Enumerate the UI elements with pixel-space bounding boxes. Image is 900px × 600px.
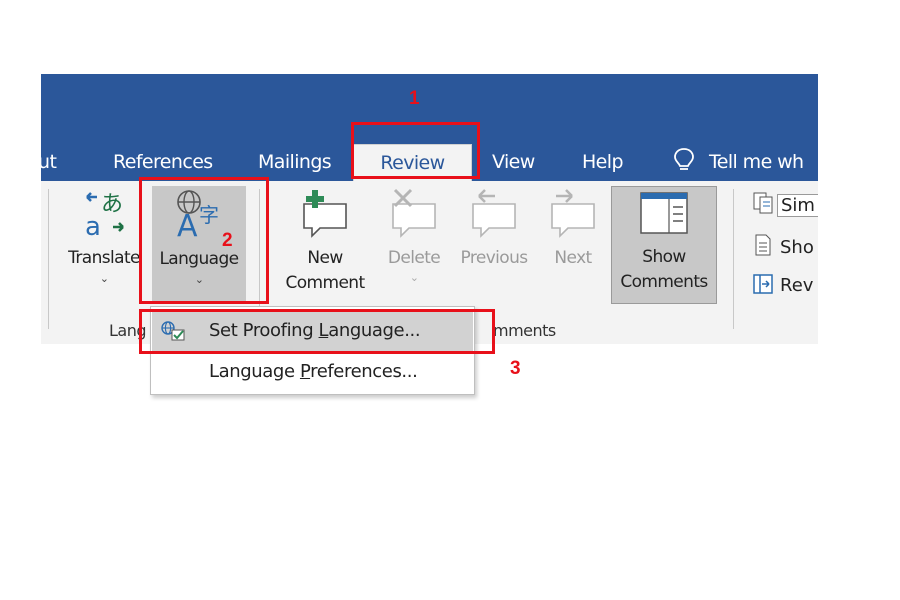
language-chevron-icon: ⌄ [194, 273, 204, 286]
show-comments-button[interactable]: Show Comments [611, 186, 717, 304]
tell-me-text: Tell me wh [709, 151, 804, 173]
translate-button[interactable]: あ a Translate ⌄ [63, 186, 145, 304]
delete-chevron-icon: ⌄ [409, 271, 419, 284]
translate-icon: あ a [85, 192, 124, 242]
next-comment-icon [551, 189, 595, 238]
language-icon: A 字 [177, 190, 219, 244]
show-markup-label: Sho [780, 237, 814, 258]
svg-text:a: a [85, 212, 100, 239]
tab-mailings[interactable]: Mailings [258, 144, 332, 181]
delete-label: Delete [387, 248, 441, 268]
previous-comment-button[interactable]: Previous [451, 186, 537, 308]
comments-group-label: mments [493, 321, 556, 340]
word-ribbon-window: ut References Mailings Review View Help … [41, 74, 818, 344]
svg-text:あ: あ [101, 192, 122, 217]
ribbon-separator [48, 189, 49, 329]
translate-label: Translate [68, 248, 140, 268]
svg-text:A: A [177, 209, 198, 240]
previous-label: Previous [460, 248, 528, 268]
lightbulb-icon [674, 148, 694, 170]
reviewing-pane-button[interactable]: Rev [752, 273, 813, 303]
show-comments-icon [640, 192, 688, 234]
step-number-2: 2 [222, 230, 233, 251]
show-markup-icon [755, 234, 771, 256]
tab-references[interactable]: References [113, 144, 213, 181]
tell-me-box[interactable]: Tell me wh [673, 144, 804, 181]
next-label: Next [554, 248, 592, 268]
menu-item-set-proofing-language[interactable]: Set Proofing Language... [152, 311, 473, 351]
delete-comment-button[interactable]: Delete ⌄ [379, 186, 449, 308]
markup-icon [753, 192, 773, 214]
new-comment-button[interactable]: New Comment [275, 186, 375, 308]
new-comment-icon [303, 190, 347, 238]
display-for-review-dropdown[interactable]: Sim [752, 191, 818, 221]
show-markup-button[interactable]: Sho [752, 233, 814, 263]
language-preferences-label: Language Preferences... [209, 361, 418, 382]
language-group-label: Lang [109, 321, 147, 340]
reviewing-pane-icon [753, 274, 773, 294]
tab-help[interactable]: Help [582, 144, 624, 181]
delete-comment-icon [392, 188, 436, 238]
tab-view[interactable]: View [492, 144, 535, 181]
set-proofing-language-label: Set Proofing Language... [209, 320, 421, 341]
next-comment-button[interactable]: Next [541, 186, 605, 308]
language-dropdown-menu: Set Proofing Language... Language Prefer… [150, 306, 475, 395]
tab-layout[interactable]: ut [41, 144, 57, 181]
show-comments-label-line1: Show [642, 247, 686, 267]
show-comments-label-line2: Comments [620, 272, 708, 292]
simple-markup-value: Sim [777, 194, 818, 217]
ribbon-separator [733, 189, 734, 329]
translate-chevron-icon: ⌄ [99, 272, 109, 285]
new-comment-label-line1: New [307, 248, 343, 268]
menu-item-language-preferences[interactable]: Language Preferences... [152, 352, 473, 392]
tab-review[interactable]: Review [353, 144, 472, 182]
proofing-language-icon [161, 321, 185, 341]
new-comment-label-line2: Comment [285, 273, 365, 293]
svg-text:字: 字 [199, 203, 218, 227]
reviewing-pane-label: Rev [780, 275, 814, 296]
step-number-1: 1 [409, 88, 420, 109]
previous-comment-icon [472, 189, 516, 238]
step-number-3: 3 [510, 358, 521, 379]
